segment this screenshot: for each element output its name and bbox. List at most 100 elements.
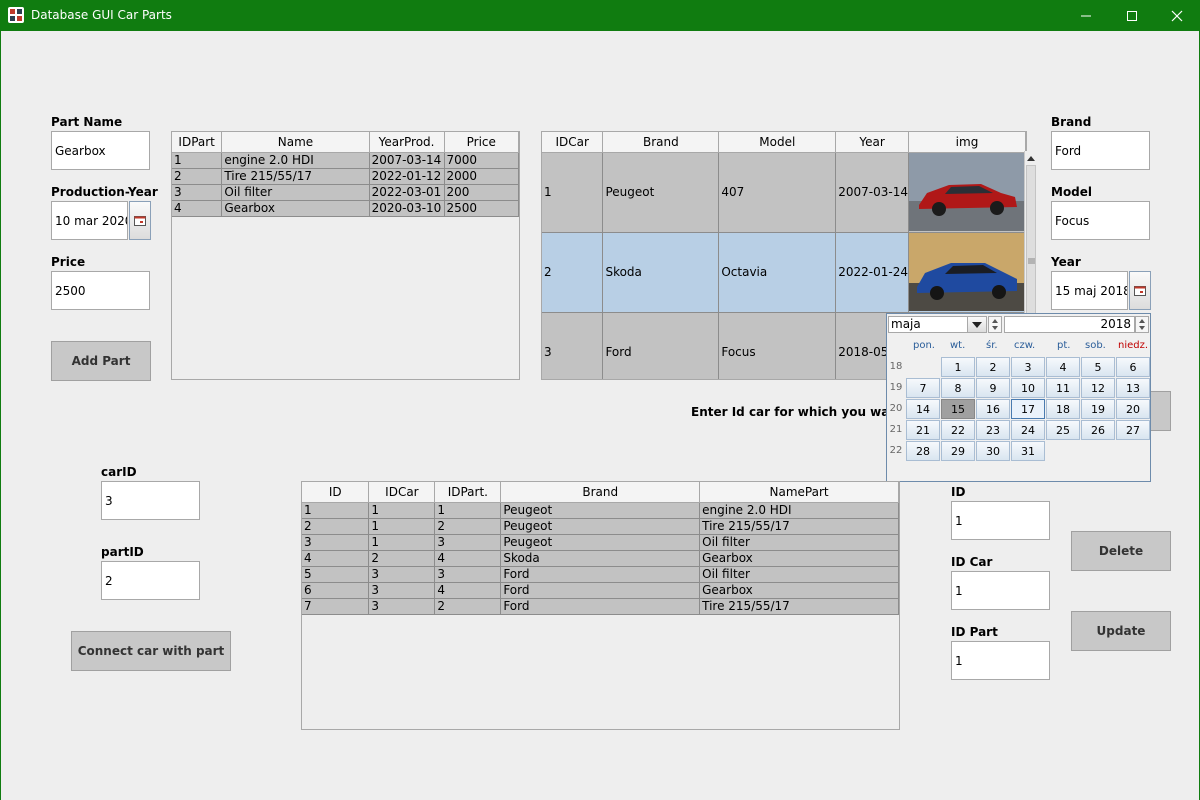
table-cell[interactable]: Skoda bbox=[500, 550, 701, 567]
table-row[interactable]: 3 Oil filter 2022-03-01 200 bbox=[172, 184, 519, 201]
table-cell[interactable]: 3 bbox=[172, 184, 223, 201]
table-cell[interactable]: 3 bbox=[434, 566, 502, 583]
table-cell[interactable]: Skoda bbox=[602, 232, 720, 313]
column-header[interactable]: Price bbox=[444, 132, 519, 153]
calendar-day[interactable]: 7 bbox=[906, 378, 940, 398]
calendar-day[interactable]: 2 bbox=[976, 357, 1010, 377]
table-cell[interactable]: 3 bbox=[368, 566, 436, 583]
update-button[interactable]: Update bbox=[1071, 611, 1171, 651]
table-cell[interactable]: Peugeot bbox=[602, 152, 720, 233]
calendar-day[interactable]: 16 bbox=[976, 399, 1010, 419]
calendar-day[interactable]: 27 bbox=[1116, 420, 1150, 440]
minimize-button[interactable] bbox=[1063, 0, 1109, 31]
scroll-thumb[interactable] bbox=[1026, 165, 1036, 315]
table-cell[interactable]: Peugeot bbox=[500, 502, 701, 519]
table-cell[interactable]: 2500 bbox=[444, 200, 519, 217]
table-cell[interactable]: Peugeot bbox=[500, 518, 701, 535]
table-cell[interactable]: 7 bbox=[302, 598, 370, 615]
month-select[interactable]: maja bbox=[888, 316, 972, 333]
table-cell[interactable]: Peugeot bbox=[500, 534, 701, 551]
table-cell[interactable]: Oil filter bbox=[221, 184, 370, 201]
table-cell[interactable]: 2 bbox=[434, 518, 502, 535]
table-cell[interactable]: 2 bbox=[302, 518, 370, 535]
calendar-day[interactable]: 21 bbox=[906, 420, 940, 440]
table-cell[interactable]: 7000 bbox=[444, 152, 519, 169]
calendar-day[interactable]: 13 bbox=[1116, 378, 1150, 398]
column-header[interactable]: IDPart. bbox=[434, 482, 502, 503]
table-cell[interactable]: 3 bbox=[368, 598, 436, 615]
table-cell[interactable]: Tire 215/55/17 bbox=[699, 518, 899, 535]
table-cell[interactable]: 200 bbox=[444, 184, 519, 201]
calendar-day[interactable]: 9 bbox=[976, 378, 1010, 398]
column-header[interactable]: Model bbox=[718, 132, 837, 153]
column-header[interactable]: Brand bbox=[602, 132, 720, 153]
table-cell[interactable]: Tire 215/55/17 bbox=[699, 598, 899, 615]
table-cell[interactable] bbox=[908, 152, 1026, 233]
table-row[interactable]: 6 3 4 Ford Gearbox bbox=[302, 582, 899, 599]
calendar-day[interactable]: 23 bbox=[976, 420, 1010, 440]
table-cell[interactable]: 2022-01-24 bbox=[835, 232, 909, 313]
calendar-day[interactable]: 6 bbox=[1116, 357, 1150, 377]
column-header[interactable]: Name bbox=[221, 132, 370, 153]
id-input[interactable]: 1 bbox=[951, 501, 1050, 540]
calendar-day[interactable]: 28 bbox=[906, 441, 940, 461]
table-cell[interactable]: 2007-03-14 bbox=[835, 152, 909, 233]
calendar-day[interactable]: 20 bbox=[1116, 399, 1150, 419]
calendar-day[interactable]: 4 bbox=[1046, 357, 1080, 377]
table-cell[interactable]: Gearbox bbox=[699, 550, 899, 567]
table-cell[interactable]: Octavia bbox=[718, 232, 837, 313]
table-cell[interactable]: 1 bbox=[542, 152, 604, 233]
year-spinner-field[interactable]: 2018 bbox=[1004, 316, 1135, 333]
table-cell[interactable]: Gearbox bbox=[221, 200, 370, 217]
column-header[interactable]: IDPart bbox=[172, 132, 223, 153]
year-spinner[interactable] bbox=[1135, 316, 1149, 333]
table-cell[interactable]: Ford bbox=[602, 312, 720, 379]
part-name-input[interactable]: Gearbox bbox=[51, 131, 150, 170]
table-cell[interactable]: engine 2.0 HDI bbox=[699, 502, 899, 519]
table-row[interactable]: 2 Tire 215/55/17 2022-01-12 2000 bbox=[172, 168, 519, 185]
calendar-day[interactable]: 8 bbox=[941, 378, 975, 398]
table-row[interactable]: 2 Skoda Octavia 2022-01-24 bbox=[542, 232, 1026, 313]
table-cell[interactable]: Focus bbox=[718, 312, 837, 379]
table-cell[interactable]: 2 bbox=[368, 550, 436, 567]
table-cell[interactable]: 3 bbox=[368, 582, 436, 599]
table-cell[interactable]: 2022-03-01 bbox=[369, 184, 445, 201]
calendar-day[interactable]: 10 bbox=[1011, 378, 1045, 398]
month-dropdown-button[interactable] bbox=[967, 316, 987, 333]
column-header[interactable]: NamePart bbox=[699, 482, 899, 503]
table-cell[interactable]: 2022-01-12 bbox=[369, 168, 445, 185]
calendar-day[interactable]: 25 bbox=[1046, 420, 1080, 440]
table-cell[interactable]: 4 bbox=[302, 550, 370, 567]
add-part-button[interactable]: Add Part bbox=[51, 341, 151, 381]
calendar-day[interactable]: 17 bbox=[1011, 399, 1045, 419]
calendar-day[interactable]: 29 bbox=[941, 441, 975, 461]
table-cell[interactable]: Oil filter bbox=[699, 534, 899, 551]
table-cell[interactable]: 2007-03-14 bbox=[369, 152, 445, 169]
table-cell[interactable]: Gearbox bbox=[699, 582, 899, 599]
calendar-day[interactable]: 18 bbox=[1046, 399, 1080, 419]
column-header[interactable]: IDCar bbox=[368, 482, 436, 503]
calendar-day[interactable]: 24 bbox=[1011, 420, 1045, 440]
table-cell[interactable]: 407 bbox=[718, 152, 837, 233]
table-cell[interactable]: 2000 bbox=[444, 168, 519, 185]
part-id-input[interactable]: 2 bbox=[101, 561, 200, 600]
table-cell[interactable]: 2 bbox=[172, 168, 223, 185]
table-row[interactable]: 4 2 4 Skoda Gearbox bbox=[302, 550, 899, 567]
table-cell[interactable]: 6 bbox=[302, 582, 370, 599]
month-spinner[interactable] bbox=[988, 316, 1002, 333]
table-cell[interactable]: 2 bbox=[434, 598, 502, 615]
close-button[interactable] bbox=[1154, 0, 1200, 31]
year-calendar-button[interactable] bbox=[1129, 271, 1151, 310]
maximize-button[interactable] bbox=[1109, 0, 1155, 31]
table-cell[interactable]: 1 bbox=[302, 502, 370, 519]
table-cell[interactable]: Oil filter bbox=[699, 566, 899, 583]
calendar-day[interactable]: 19 bbox=[1081, 399, 1115, 419]
table-cell[interactable]: 3 bbox=[434, 534, 502, 551]
table-cell[interactable]: 1 bbox=[368, 502, 436, 519]
table-cell[interactable]: Ford bbox=[500, 598, 701, 615]
table-cell[interactable]: engine 2.0 HDI bbox=[221, 152, 370, 169]
calendar-day[interactable]: 3 bbox=[1011, 357, 1045, 377]
table-cell[interactable] bbox=[908, 232, 1026, 313]
table-cell[interactable]: 2020-03-10 bbox=[369, 200, 445, 217]
year-input[interactable]: 15 maj 2018 bbox=[1051, 271, 1128, 310]
